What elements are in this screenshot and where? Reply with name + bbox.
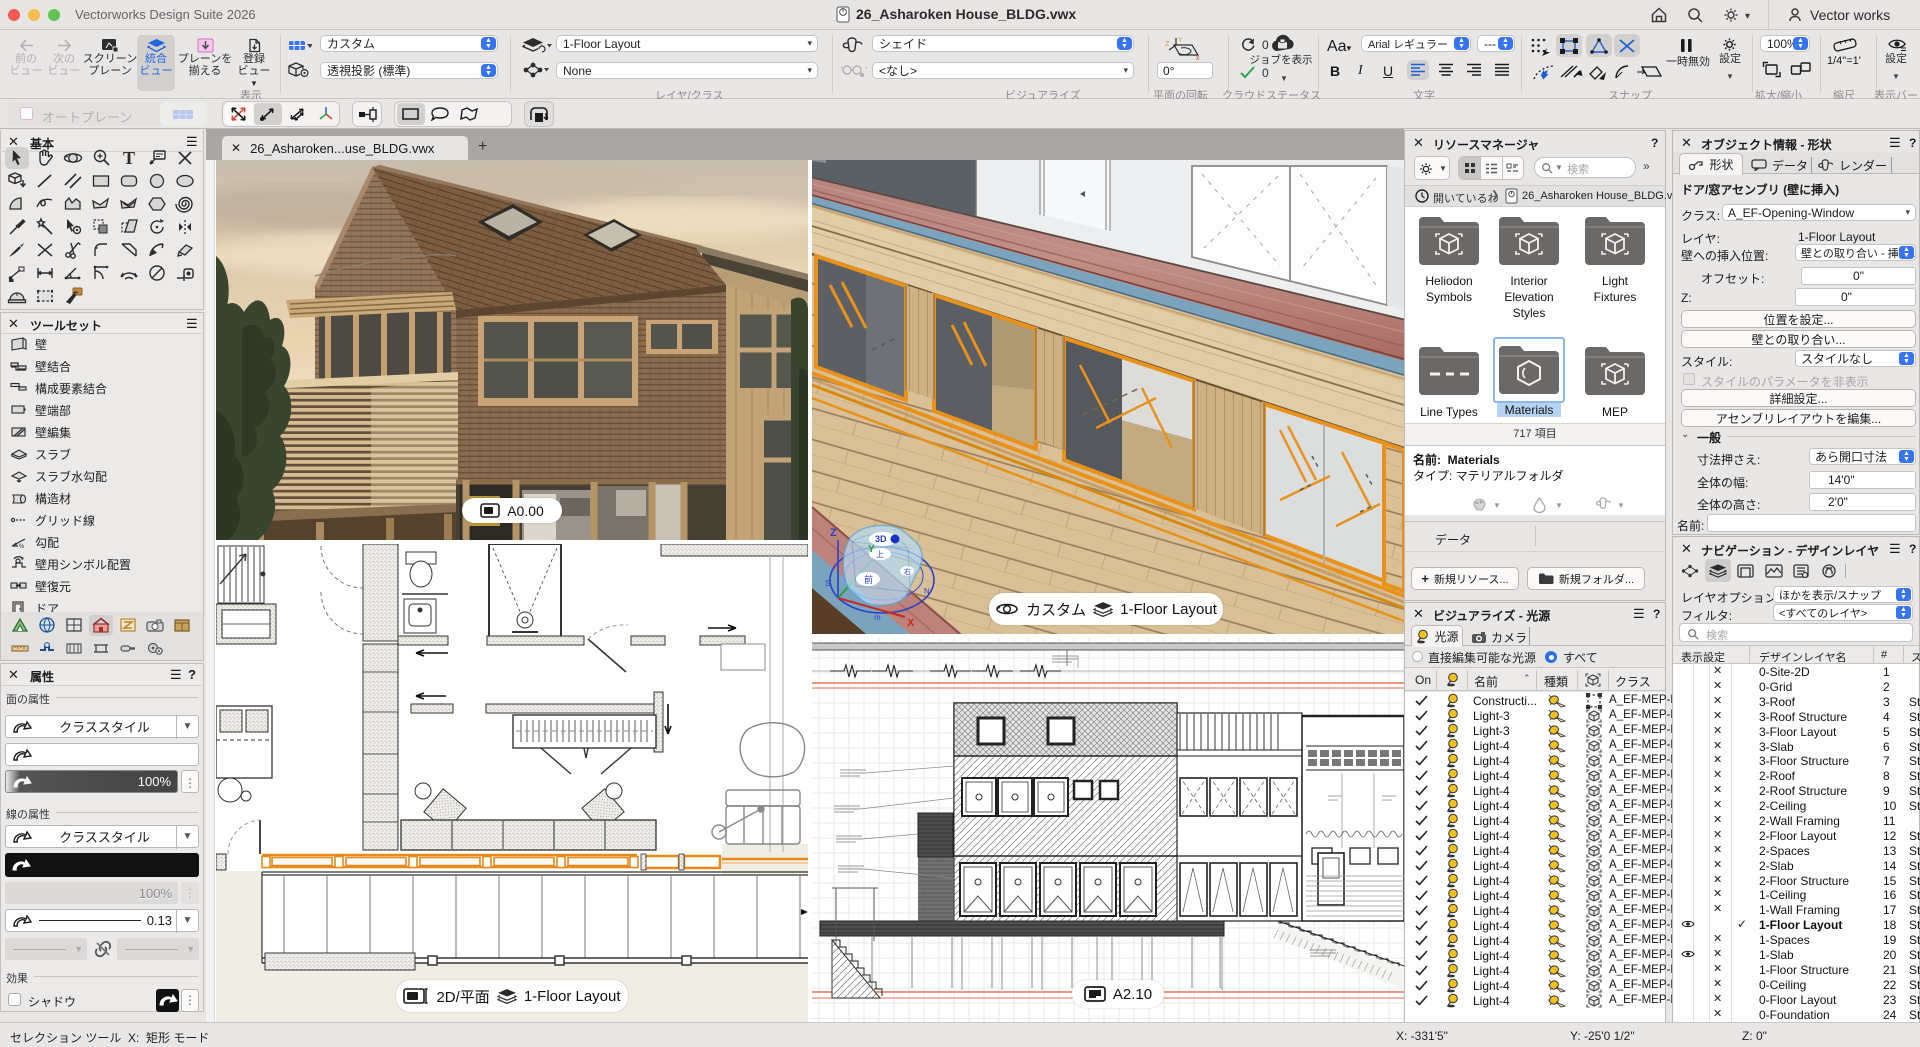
svg-text:Z: Z [1165, 41, 1170, 48]
svg-text:Z: Z [830, 527, 837, 539]
svg-text:x: x [1196, 55, 1200, 60]
svg-text:Y: Y [868, 544, 875, 555]
svg-text:T: T [123, 148, 135, 168]
svg-text:N: N [924, 587, 930, 596]
svg-text:X: X [907, 617, 915, 629]
svg-text:%: % [19, 544, 25, 550]
svg-text:右: 右 [904, 567, 911, 576]
svg-text:m: m [874, 613, 881, 622]
svg-text:S: S [825, 579, 830, 588]
svg-text:上: 上 [876, 550, 884, 559]
svg-text:前: 前 [864, 574, 873, 585]
svg-text:Y: Y [1178, 37, 1183, 44]
svg-text:3D: 3D [875, 534, 887, 544]
